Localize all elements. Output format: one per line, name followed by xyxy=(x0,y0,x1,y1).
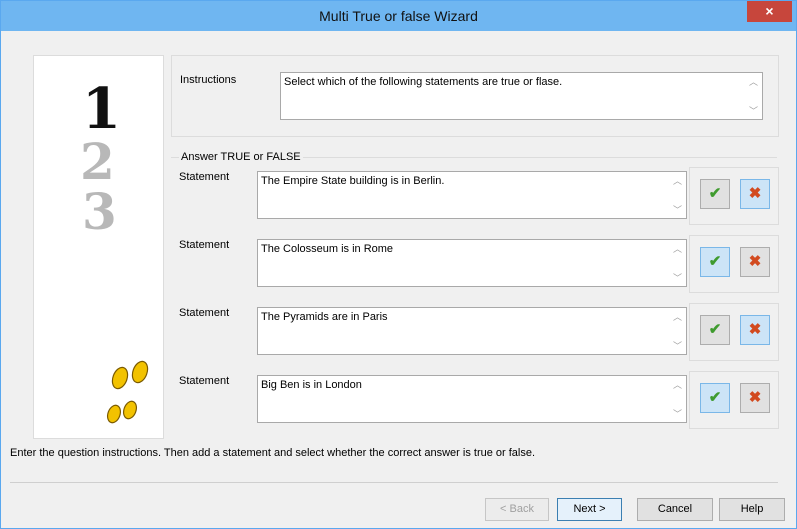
back-button[interactable]: < Back xyxy=(485,498,549,521)
false-button-3[interactable]: ✖ xyxy=(740,315,770,345)
instructions-label: Instructions xyxy=(180,74,237,86)
statement-row-3: Statement The Pyramids are in Paris ︿ ﹀ xyxy=(171,303,687,363)
scroll-down-icon: ﹀ xyxy=(748,106,758,116)
title-bar: Multi True or false Wizard × xyxy=(1,1,796,31)
x-icon: ✖ xyxy=(748,185,762,202)
scroll-up-icon: ︿ xyxy=(748,77,758,87)
x-icon: ✖ xyxy=(748,253,762,270)
scroll-up-icon: ︿ xyxy=(672,380,682,390)
close-button[interactable]: × xyxy=(747,1,792,22)
statement-field-4[interactable]: Big Ben is in London ︿ ﹀ xyxy=(257,375,687,423)
statement-text: The Pyramids are in Paris xyxy=(261,311,388,323)
cancel-button[interactable]: Cancel xyxy=(637,498,713,521)
statement-label: Statement xyxy=(179,307,230,319)
statement-label: Statement xyxy=(179,171,230,183)
true-button-3[interactable]: ✔ xyxy=(700,315,730,345)
scroll-down-icon: ﹀ xyxy=(672,341,682,351)
separator xyxy=(10,482,778,483)
statement-field-2[interactable]: The Colosseum is in Rome ︿ ﹀ xyxy=(257,239,687,287)
instructions-group: Instructions Select which of the followi… xyxy=(171,55,779,137)
false-button-2[interactable]: ✖ xyxy=(740,247,770,277)
true-button-1[interactable]: ✔ xyxy=(700,179,730,209)
statement-row-4: Statement Big Ben is in London ︿ ﹀ xyxy=(171,371,687,431)
scroll-down-icon: ﹀ xyxy=(672,205,682,215)
next-button[interactable]: Next > xyxy=(557,498,622,521)
scroll-up-icon: ︿ xyxy=(672,244,682,254)
statement-row-2: Statement The Colosseum is in Rome ︿ ﹀ xyxy=(171,235,687,295)
check-icon: ✔ xyxy=(708,253,722,270)
statement-field-1[interactable]: The Empire State building is in Berlin. … xyxy=(257,171,687,219)
false-button-1[interactable]: ✖ xyxy=(740,179,770,209)
statement-scrollbar[interactable]: ︿ ﹀ xyxy=(669,376,686,422)
statement-label: Statement xyxy=(179,375,230,387)
instructions-text: Select which of the following statements… xyxy=(284,76,563,88)
steps-panel: 1 2 3 xyxy=(33,55,164,439)
statement-text: The Empire State building is in Berlin. xyxy=(261,175,445,187)
wizard-content: 1 2 3 Instructions Select which of the f… xyxy=(1,31,796,528)
step-3-indicator: 3 xyxy=(82,182,117,241)
help-text: Enter the question instructions. Then ad… xyxy=(10,447,536,459)
close-icon: × xyxy=(765,3,774,19)
answers-legend: Answer TRUE or FALSE xyxy=(179,151,303,163)
statement-scrollbar[interactable]: ︿ ﹀ xyxy=(669,240,686,286)
instructions-scrollbar[interactable]: ︿ ﹀ xyxy=(745,73,762,119)
scroll-up-icon: ︿ xyxy=(672,312,682,322)
true-false-group-3: ✔ ✖ xyxy=(689,303,779,361)
x-icon: ✖ xyxy=(748,321,762,338)
false-button-4[interactable]: ✖ xyxy=(740,383,770,413)
scroll-down-icon: ﹀ xyxy=(672,409,682,419)
instructions-field[interactable]: Select which of the following statements… xyxy=(280,72,763,120)
statement-scrollbar[interactable]: ︿ ﹀ xyxy=(669,308,686,354)
check-icon: ✔ xyxy=(708,389,722,406)
statement-label: Statement xyxy=(179,239,230,251)
true-button-2[interactable]: ✔ xyxy=(700,247,730,277)
footprints-icon xyxy=(106,360,149,424)
true-button-4[interactable]: ✔ xyxy=(700,383,730,413)
wizard-window: Multi True or false Wizard × 1 2 3 Instr… xyxy=(0,0,797,529)
window-title: Multi True or false Wizard xyxy=(319,8,478,24)
scroll-up-icon: ︿ xyxy=(672,176,682,186)
statement-text: The Colosseum is in Rome xyxy=(261,243,394,255)
true-false-group-1: ✔ ✖ xyxy=(689,167,779,225)
help-button[interactable]: Help xyxy=(719,498,785,521)
scroll-down-icon: ﹀ xyxy=(672,273,682,283)
statement-field-3[interactable]: The Pyramids are in Paris ︿ ﹀ xyxy=(257,307,687,355)
statement-text: Big Ben is in London xyxy=(261,379,362,391)
x-icon: ✖ xyxy=(748,389,762,406)
true-false-group-2: ✔ ✖ xyxy=(689,235,779,293)
statement-scrollbar[interactable]: ︿ ﹀ xyxy=(669,172,686,218)
check-icon: ✔ xyxy=(708,185,722,202)
true-false-group-4: ✔ ✖ xyxy=(689,371,779,429)
statement-row-1: Statement The Empire State building is i… xyxy=(171,167,687,227)
check-icon: ✔ xyxy=(708,321,722,338)
